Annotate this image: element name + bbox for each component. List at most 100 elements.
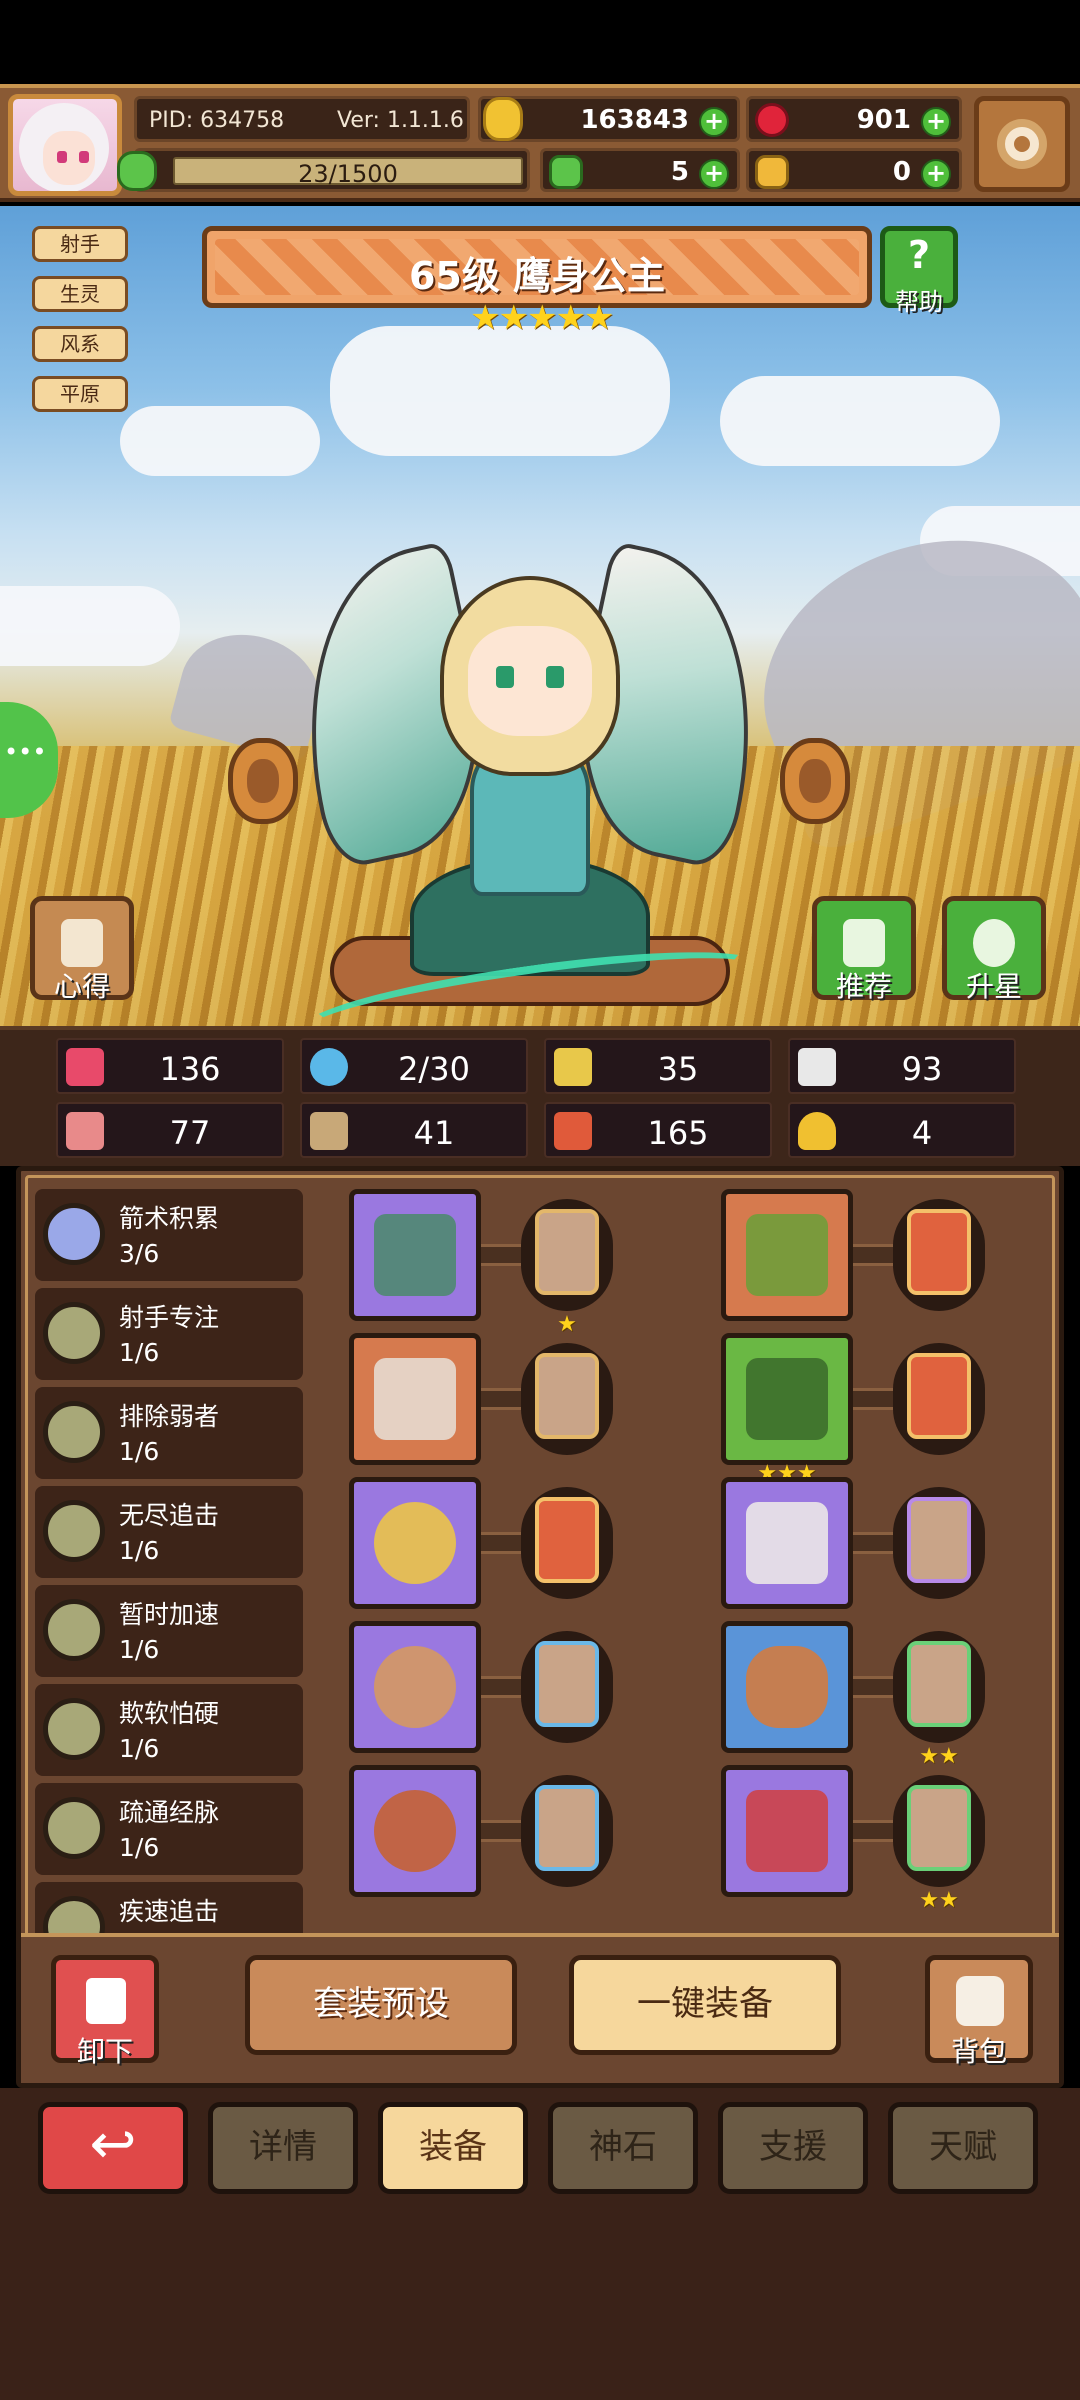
skill-item[interactable]: 射手专注 1/6	[35, 1288, 303, 1380]
skill-name: 欺软怕硬	[119, 1699, 220, 1728]
upstar-button[interactable]: 升星	[942, 896, 1046, 1003]
recommend-button[interactable]: 推荐	[812, 896, 916, 1003]
star-icon	[973, 919, 1015, 967]
rune-card-icon	[907, 1785, 971, 1871]
add-token-button[interactable]: +	[921, 159, 951, 189]
insight-button[interactable]: 心得	[30, 896, 134, 1003]
tag-class: 射手	[32, 226, 128, 262]
hero-face	[468, 626, 592, 736]
skill-item[interactable]: 箭术积累 3/6	[35, 1189, 303, 1281]
helmet-slot[interactable]	[721, 1189, 853, 1321]
add-clover-button[interactable]: +	[699, 159, 729, 189]
hero-character	[270, 536, 790, 1026]
weapon-slot[interactable]	[349, 1189, 481, 1321]
rune-card-icon	[907, 1209, 971, 1295]
add-gem-button[interactable]: +	[921, 107, 951, 137]
skill-item[interactable]: 疾速追击	[35, 1882, 303, 1934]
help-button[interactable]: ? 帮助	[880, 226, 958, 316]
boot-icon	[554, 1112, 592, 1150]
insight-label: 心得	[53, 970, 110, 1003]
rune-card-icon	[535, 1785, 599, 1871]
hero-title-banner: 65级 鹰身公主	[202, 226, 872, 308]
player-id-panel: PID: 634758 Ver: 1.1.1.6	[134, 96, 470, 142]
tab-talent[interactable]: 天赋	[888, 2102, 1038, 2194]
skill-item[interactable]: 疏通经脉 1/6	[35, 1783, 303, 1875]
settings-button[interactable]	[974, 96, 1070, 192]
left-medallion-icon[interactable]	[228, 738, 298, 824]
skill-name: 疾速追击	[119, 1897, 220, 1926]
rune-card-icon	[535, 1209, 599, 1295]
skill-icon	[43, 1500, 105, 1562]
rune-slot[interactable]	[521, 1487, 613, 1599]
rune-slot[interactable]	[893, 1199, 985, 1311]
fist-icon	[66, 1112, 104, 1150]
rune-slot[interactable]: ★★	[893, 1775, 985, 1913]
player-avatar[interactable]	[8, 94, 122, 196]
heart-icon	[66, 1048, 104, 1086]
stat-value: 41	[413, 1114, 455, 1152]
unequip-button[interactable]: 卸下	[51, 1955, 159, 2068]
back-button[interactable]: ↩	[38, 2102, 188, 2194]
skill-name: 排除弱者	[119, 1402, 220, 1431]
bag-button[interactable]: 背包	[925, 1955, 1033, 2068]
right-medallion-icon[interactable]	[780, 738, 850, 824]
offhand-slot[interactable]	[349, 1333, 481, 1465]
bottom-tab-bar: ↩ 详情 装备 神石 支援 天赋	[0, 2088, 1080, 2400]
belt-slot[interactable]	[721, 1621, 853, 1753]
rune-slot[interactable]	[521, 1343, 613, 1455]
boots-slot[interactable]	[721, 1765, 853, 1897]
necklace-slot[interactable]	[349, 1477, 481, 1609]
auto-equip-button[interactable]: 一键装备	[569, 1955, 841, 2055]
hand-icon	[755, 155, 789, 189]
exp-bar: 23/1500	[173, 157, 523, 188]
skill-item[interactable]: 欺软怕硬 1/6	[35, 1684, 303, 1776]
cloud	[720, 376, 1000, 466]
skill-item[interactable]: 无尽追击 1/6	[35, 1486, 303, 1578]
top-resource-bar: PID: 634758 Ver: 1.1.1.6 163843 + 901 + …	[0, 84, 1080, 202]
rune-slot[interactable]	[521, 1775, 613, 1887]
rune-slot[interactable]	[521, 1631, 613, 1743]
skill-level: 1/6	[119, 1338, 160, 1367]
preset-button[interactable]: 套装预设	[245, 1955, 517, 2055]
belt-icon	[746, 1646, 828, 1728]
rune-slot[interactable]	[893, 1487, 985, 1599]
armor-slot[interactable]: ★★★	[721, 1333, 853, 1486]
help-label: 帮助	[895, 288, 943, 316]
skill-list[interactable]: 箭术积累 3/6 射手专注 1/6 排除弱者 1/6 无尽追击 1/6 暂时加速…	[35, 1189, 303, 1934]
hero-eye	[496, 666, 514, 688]
tab-support[interactable]: 支援	[718, 2102, 868, 2194]
rune-card-icon	[907, 1641, 971, 1727]
hero-scene: 射手 生灵 风系 平原 65级 鹰身公主 ★★★★★ ? 帮助 心得 推荐 升星	[0, 206, 1080, 1026]
stat-value: 77	[169, 1114, 211, 1152]
avatar-eye	[57, 151, 67, 163]
rune-slot[interactable]: ★	[521, 1199, 613, 1337]
skill-item[interactable]: 排除弱者 1/6	[35, 1387, 303, 1479]
tab-god-stone[interactable]: 神石	[548, 2102, 698, 2194]
tag-race: 生灵	[32, 276, 128, 312]
tab-equipment[interactable]: 装备	[378, 2102, 528, 2194]
hood-icon	[746, 1214, 828, 1296]
gem-panel: 901 +	[746, 96, 962, 142]
ring-slot[interactable]	[349, 1765, 481, 1897]
boots-icon	[746, 1790, 828, 1872]
tab-details[interactable]: 详情	[208, 2102, 358, 2194]
add-gold-button[interactable]: +	[699, 107, 729, 137]
ring-icon	[374, 1790, 456, 1872]
rune-card-icon	[907, 1497, 971, 1583]
rune-slot[interactable]	[893, 1343, 985, 1455]
skill-icon	[43, 1203, 105, 1265]
skill-level: 3/6	[119, 1239, 160, 1268]
shield-slot[interactable]	[349, 1621, 481, 1753]
rune-slot[interactable]: ★★	[893, 1631, 985, 1769]
cloud	[330, 326, 670, 456]
rune-card-icon	[535, 1353, 599, 1439]
upstar-label: 升星	[965, 970, 1022, 1003]
skill-icon	[43, 1599, 105, 1661]
clover-icon	[549, 155, 583, 189]
skill-level: 1/6	[119, 1734, 160, 1763]
hero-eye	[546, 666, 564, 688]
avatar-eye	[79, 151, 89, 163]
gloves-slot[interactable]	[721, 1477, 853, 1609]
gem-amount: 901	[856, 105, 911, 135]
skill-item[interactable]: 暂时加速 1/6	[35, 1585, 303, 1677]
